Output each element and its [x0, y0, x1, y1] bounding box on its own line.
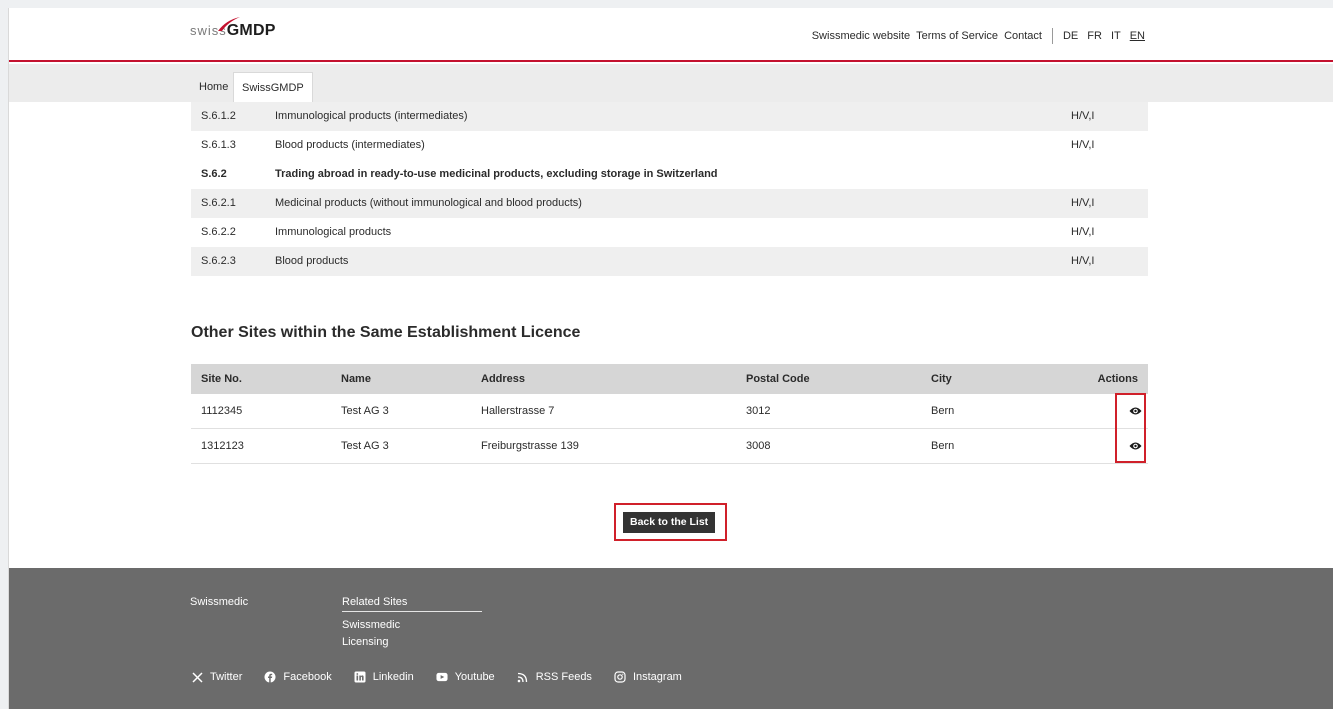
category-code: S.6.2.3: [201, 255, 236, 267]
nav-contact[interactable]: Contact: [1004, 30, 1042, 42]
col-header-address: Address: [481, 373, 526, 385]
breadcrumb-current[interactable]: SwissGMDP: [233, 72, 313, 102]
actions-highlight-box: [1115, 393, 1146, 463]
category-value: H/V,I: [1071, 226, 1095, 238]
category-row: S.6.2.1 Medicinal products (without immu…: [191, 189, 1148, 218]
category-label: Blood products (intermediates): [275, 139, 425, 151]
social-twitter[interactable]: Twitter: [191, 671, 242, 683]
site-name: Test AG 3: [341, 440, 389, 452]
col-header-actions: Actions: [1097, 373, 1138, 385]
sites-table-header: Site No. Name Address Postal Code City A…: [191, 364, 1148, 394]
category-label: Blood products: [275, 255, 349, 267]
swissgmdp-logo[interactable]: swissGMDP: [190, 17, 276, 40]
category-row: S.6.2.3 Blood products H/V,I: [191, 247, 1148, 276]
table-row: 1112345 Test AG 3 Hallerstrasse 7 3012 B…: [191, 394, 1148, 429]
social-label: Linkedin: [372, 671, 414, 683]
sites-section-title: Other Sites within the Same Establishmen…: [191, 324, 581, 341]
top-navigation: Swissmedic website Terms of Service Cont…: [806, 28, 1145, 44]
lang-de[interactable]: DE: [1063, 30, 1078, 42]
site-postal-code: 3008: [746, 440, 771, 452]
lang-it[interactable]: IT: [1111, 30, 1121, 42]
category-label: Trading abroad in ready-to-use medicinal…: [275, 168, 718, 180]
social-linkedin[interactable]: Linkedin: [354, 671, 414, 683]
facebook-icon: [264, 671, 276, 683]
linkedin-icon: [354, 671, 366, 683]
category-value: H/V,I: [1071, 139, 1095, 151]
site-postal-code: 3012: [746, 405, 771, 417]
footer-related-title: Related Sites: [342, 596, 482, 612]
nav-swissmedic-website[interactable]: Swissmedic website: [812, 30, 910, 42]
footer-link-licensing[interactable]: Licensing: [342, 636, 388, 648]
category-label: Immunological products: [275, 226, 392, 238]
col-header-postal-code: Postal Code: [746, 373, 810, 385]
site-header: swissGMDP Swissmedic website Terms of Se…: [9, 8, 1333, 62]
category-code: S.6.2: [201, 168, 227, 180]
site-no: 1112345: [201, 405, 243, 417]
social-links: Twitter Facebook Linkedin Youtube RSS Fe…: [191, 671, 704, 683]
instagram-icon: [614, 671, 626, 683]
page-frame: swissGMDP Swissmedic website Terms of Se…: [8, 8, 1333, 709]
social-label: Twitter: [210, 671, 243, 683]
nav-divider: [1051, 28, 1053, 44]
social-label: RSS Feeds: [535, 671, 592, 683]
col-header-name: Name: [341, 373, 371, 385]
lang-en[interactable]: EN: [1130, 30, 1145, 42]
category-code: S.6.2.1: [201, 197, 236, 209]
site-address: Freiburgstrasse 139: [481, 440, 579, 452]
category-label: Immunological products (intermediates): [275, 110, 468, 122]
site-city: Bern: [931, 440, 955, 452]
category-code: S.6.1.3: [201, 139, 236, 151]
category-value: H/V,I: [1071, 197, 1095, 209]
category-row: S.6.2 Trading abroad in ready-to-use med…: [191, 160, 1148, 189]
social-label: Youtube: [454, 671, 495, 683]
social-label: Facebook: [283, 671, 332, 683]
category-value: H/V,I: [1071, 110, 1095, 122]
social-instagram[interactable]: Instagram: [614, 671, 682, 683]
footer-brand: Swissmedic: [190, 596, 249, 608]
social-youtube[interactable]: Youtube: [436, 671, 495, 683]
lang-fr[interactable]: FR: [1087, 30, 1102, 42]
breadcrumb: Home SwissGMDP: [9, 64, 1333, 102]
category-row: S.6.1.3 Blood products (intermediates) H…: [191, 131, 1148, 160]
footer-link-swissmedic[interactable]: Swissmedic: [342, 619, 400, 631]
category-label: Medicinal products (without immunologica…: [275, 197, 582, 209]
site-no: 1312123: [201, 440, 244, 452]
category-code: S.6.2.2: [201, 226, 236, 238]
category-value: H/V,I: [1071, 255, 1095, 267]
youtube-icon: [436, 671, 448, 683]
site-city: Bern: [931, 405, 955, 417]
site-footer: Swissmedic Related Sites Swissmedic Lice…: [9, 568, 1333, 709]
social-rss[interactable]: RSS Feeds: [517, 671, 592, 683]
col-header-city: City: [931, 373, 952, 385]
rss-icon: [517, 671, 529, 683]
category-row: S.6.2.2 Immunological products H/V,I: [191, 218, 1148, 247]
site-name: Test AG 3: [341, 405, 389, 417]
col-header-site-no: Site No.: [201, 373, 242, 385]
site-address: Hallerstrasse 7: [481, 405, 555, 417]
back-to-list-button[interactable]: Back to the List: [623, 512, 716, 533]
social-label: Instagram: [632, 671, 682, 683]
logo-swoosh-icon: [218, 17, 240, 31]
nav-terms-of-service[interactable]: Terms of Service: [916, 30, 998, 42]
breadcrumb-home[interactable]: Home: [191, 72, 236, 102]
category-code: S.6.1.2: [201, 110, 236, 122]
social-facebook[interactable]: Facebook: [264, 671, 332, 683]
sites-table: Site No. Name Address Postal Code City A…: [191, 364, 1148, 464]
category-row: S.6.1.2 Immunological products (intermed…: [191, 102, 1148, 131]
table-row: 1312123 Test AG 3 Freiburgstrasse 139 30…: [191, 429, 1148, 464]
x-icon: [191, 671, 203, 683]
